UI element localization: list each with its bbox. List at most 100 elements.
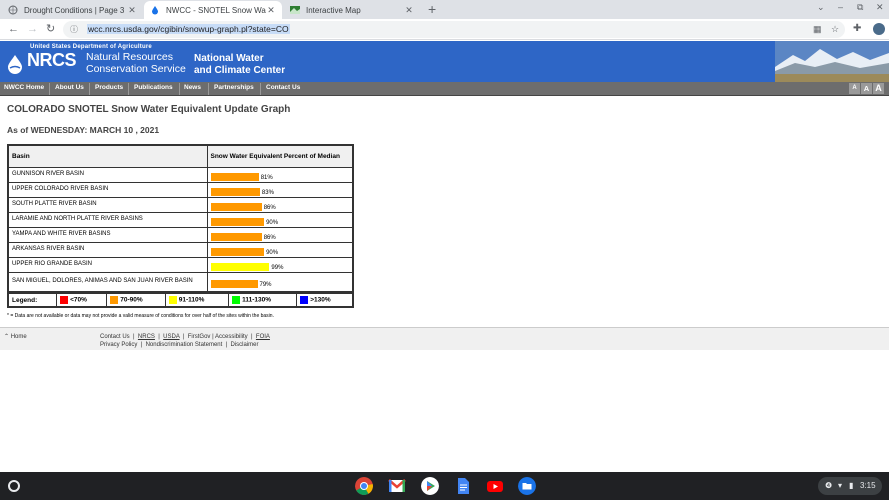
files-icon[interactable] — [518, 477, 536, 495]
legend-swatch — [232, 296, 241, 304]
footer-link-privacy[interactable]: Privacy Policy — [100, 342, 137, 348]
address-bar[interactable]: ⓘ wcc.nrcs.usda.gov/cgibin/snowup-graph.… — [63, 21, 845, 38]
footer-home-link[interactable]: ⌃ Home — [4, 333, 27, 340]
forward-icon[interactable]: → — [27, 23, 38, 35]
back-icon[interactable]: ← — [8, 23, 19, 35]
close-tab-icon[interactable]: ✕ — [404, 5, 414, 16]
tab-drought-conditions[interactable]: Drought Conditions | Page 3 | Ha ✕ — [2, 1, 143, 19]
water-drop-icon — [152, 6, 158, 15]
new-tab-button[interactable]: + — [428, 2, 436, 16]
nav-divider — [128, 83, 129, 95]
nav-divider — [179, 83, 180, 95]
site-nav: NWCC Home About Us Products Publications… — [0, 82, 889, 96]
docs-icon[interactable] — [454, 477, 472, 495]
swe-percent: 83% — [261, 189, 274, 196]
org-name-line2: Conservation Service — [86, 63, 186, 75]
battery-icon: ▮ — [849, 481, 854, 490]
center-name: National Water and Climate Center — [194, 53, 285, 77]
legend-text: 91-110% — [178, 296, 205, 304]
status-tray[interactable]: ❹ ▾ ▮ 3:15 — [818, 477, 882, 495]
page-footer: ⌃ Home Contact Us | NRCS | USDA | FirstG… — [0, 327, 889, 350]
footer-link-disclaimer[interactable]: Disclaimer — [231, 342, 259, 348]
extensions-icon[interactable]: ✚ — [853, 23, 861, 34]
table-row: ARKANSAS RIVER BASIN 90% — [7, 241, 354, 258]
reload-icon[interactable]: ↻ — [46, 23, 55, 35]
mountain-banner-image — [775, 41, 889, 82]
table-row: LARAMIE AND NORTH PLATTE RIVER BASINS 90% — [7, 211, 354, 228]
nav-partnerships[interactable]: Partnerships — [214, 84, 254, 91]
info-icon[interactable]: ⓘ — [70, 24, 78, 35]
minimize-icon[interactable]: – — [838, 2, 843, 12]
font-size-large-button[interactable]: A — [873, 83, 884, 94]
map-icon — [290, 6, 300, 14]
legend-label: Legend: — [7, 292, 58, 308]
nav-publications[interactable]: Publications — [134, 84, 173, 91]
basin-name: GUNNISON RIVER BASIN — [7, 166, 208, 183]
swe-bar — [210, 202, 262, 211]
bookmark-star-icon[interactable]: ☆ — [831, 24, 839, 35]
swe-percent: 90% — [266, 219, 279, 226]
basin-name: SAN MIGUEL, DOLORES, ANIMAS AND SAN JUAN… — [7, 271, 208, 293]
table-row: GUNNISON RIVER BASIN 81% — [7, 166, 354, 183]
basin-name: UPPER COLORADO RIVER BASIN — [7, 181, 208, 198]
launcher-icon[interactable] — [8, 480, 20, 492]
tab-title: Interactive Map — [306, 5, 361, 15]
font-size-medium-button[interactable]: A — [861, 83, 872, 94]
nav-about-us[interactable]: About Us — [55, 84, 84, 91]
profile-avatar[interactable] — [873, 23, 885, 35]
close-window-icon[interactable]: ✕ — [876, 2, 884, 13]
column-header-swe: Snow Water Equivalent Percent of Median — [206, 144, 354, 168]
swe-value-cell: 83% — [206, 181, 354, 198]
play-store-icon[interactable] — [421, 477, 439, 495]
footer-links: Contact Us | NRCS | USDA | FirstGov | Ac… — [100, 334, 270, 348]
restore-icon[interactable]: ⧉ — [857, 2, 863, 13]
nav-nwcc-home[interactable]: NWCC Home — [4, 84, 44, 91]
swe-percent: 86% — [263, 204, 276, 211]
legend-item: 111-130% — [228, 292, 298, 308]
nav-divider — [208, 83, 209, 95]
footer-link-accessibility[interactable]: Accessibility — [215, 334, 248, 340]
swe-value-cell: 90% — [206, 211, 354, 228]
gmail-icon[interactable] — [388, 477, 406, 495]
tab-strip: Drought Conditions | Page 3 | Ha ✕ NWCC … — [0, 0, 889, 19]
basin-name: ARKANSAS RIVER BASIN — [7, 241, 208, 258]
swe-bar — [210, 187, 260, 196]
legend-swatch — [168, 296, 177, 304]
tab-snotel[interactable]: NWCC - SNOTEL Snow Water Eq ✕ — [144, 1, 282, 19]
nav-divider — [49, 83, 50, 95]
footer-link-contact[interactable]: Contact Us — [100, 334, 130, 340]
table-row: YAMPA AND WHITE RIVER BASINS 86% — [7, 226, 354, 243]
legend-item: 70-90% — [106, 292, 166, 308]
swe-value-cell: 86% — [206, 196, 354, 213]
legend-swatch — [300, 296, 309, 304]
nav-contact-us[interactable]: Contact Us — [266, 84, 300, 91]
table-row: UPPER COLORADO RIVER BASIN 83% — [7, 181, 354, 198]
wifi-icon: ▾ — [838, 481, 843, 490]
globe-icon — [8, 5, 18, 15]
tab-search-icon[interactable]: ⌄ — [817, 2, 825, 13]
url-text[interactable]: wcc.nrcs.usda.gov/cgibin/snowup-graph.pl… — [87, 24, 290, 34]
nrcs-logo: NRCS — [27, 50, 77, 70]
swe-value-cell: 79% — [206, 271, 354, 293]
legend-text: >130% — [310, 296, 331, 304]
close-tab-icon[interactable]: ✕ — [266, 5, 276, 16]
tab-interactive-map[interactable]: Interactive Map ✕ — [284, 1, 420, 19]
footer-home-label: Home — [10, 334, 27, 340]
footer-link-usda[interactable]: USDA — [163, 334, 179, 340]
legend-item: <70% — [56, 292, 108, 308]
swe-bar — [210, 232, 262, 241]
center-name-line1: National Water — [194, 53, 264, 64]
nav-news[interactable]: News — [184, 84, 201, 91]
chrome-icon[interactable] — [355, 477, 373, 495]
basin-name: SOUTH PLATTE RIVER BASIN — [7, 196, 208, 213]
close-tab-icon[interactable]: ✕ — [127, 5, 137, 16]
youtube-icon[interactable] — [486, 477, 504, 495]
footer-link-nondiscrimination[interactable]: Nondiscrimination Statement — [146, 342, 223, 348]
font-size-small-button[interactable]: A — [849, 83, 860, 94]
footer-link-foia[interactable]: FOIA — [256, 334, 270, 340]
footer-link-nrcs[interactable]: NRCS — [138, 334, 155, 340]
qr-code-icon[interactable]: ▦ — [813, 24, 822, 35]
nav-products[interactable]: Products — [95, 84, 123, 91]
footer-link-firstgov[interactable]: FirstGov — [188, 334, 211, 340]
basin-name: YAMPA AND WHITE RIVER BASINS — [7, 226, 208, 243]
